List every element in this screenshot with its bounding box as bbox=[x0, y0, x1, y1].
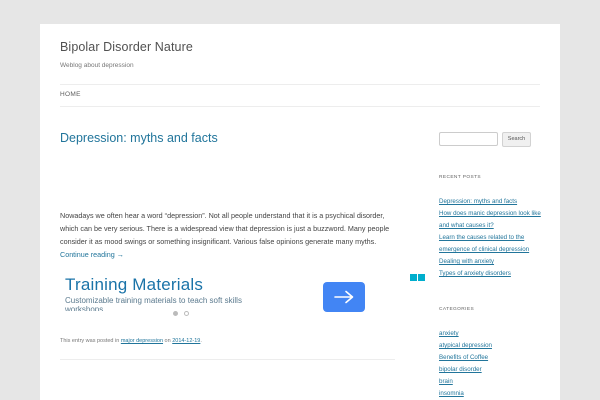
post-body: Nowadays we often hear a word “depressio… bbox=[60, 211, 390, 246]
nav-divider-bottom bbox=[60, 106, 540, 107]
category-item[interactable]: Benefits of Coffee bbox=[439, 352, 544, 364]
continue-reading-link[interactable]: Continue reading → bbox=[60, 250, 124, 259]
ad-dot[interactable] bbox=[184, 311, 189, 316]
post-content: Nowadays we often hear a word “depressio… bbox=[60, 209, 390, 261]
category-item[interactable]: insomnia bbox=[439, 388, 544, 400]
recent-post-item[interactable]: How does manic depression look like and … bbox=[439, 208, 544, 232]
ad-title[interactable]: Training Materials bbox=[65, 275, 203, 295]
post-meta: This entry was posted in major depressio… bbox=[60, 338, 202, 344]
search-input[interactable] bbox=[439, 132, 498, 146]
category-item[interactable]: atypical depression bbox=[439, 340, 544, 352]
site-description: Weblog about depression bbox=[60, 62, 134, 69]
categories-title: CATEGORIES bbox=[439, 307, 475, 312]
site-title[interactable]: Bipolar Disorder Nature bbox=[60, 40, 193, 54]
recent-post-item[interactable]: Learn the causes related to the emergenc… bbox=[439, 232, 544, 256]
post-divider bbox=[60, 359, 395, 360]
category-item[interactable]: bipolar disorder bbox=[439, 364, 544, 376]
recent-post-item[interactable]: Depression: myths and facts bbox=[439, 196, 544, 208]
ad-choices-icon[interactable] bbox=[410, 274, 425, 281]
ad-pagination bbox=[173, 311, 189, 316]
meta-prefix: This entry was posted in bbox=[60, 338, 121, 344]
nav-item-home[interactable]: HOME bbox=[60, 91, 81, 98]
ad-banner[interactable]: Training Materials Customizable training… bbox=[60, 273, 425, 323]
category-item[interactable]: brain bbox=[439, 376, 544, 388]
page: Bipolar Disorder Nature Weblog about dep… bbox=[40, 24, 560, 400]
date-link[interactable]: 2014-12-19 bbox=[172, 338, 200, 344]
categories-list: anxiety atypical depression Benefits of … bbox=[439, 328, 544, 400]
meta-suffix: . bbox=[200, 338, 202, 344]
post-title[interactable]: Depression: myths and facts bbox=[60, 131, 218, 145]
recent-post-item[interactable]: Dealing with anxiety bbox=[439, 256, 544, 268]
category-link[interactable]: major depression bbox=[121, 338, 163, 344]
nav-divider-top bbox=[60, 84, 540, 85]
category-item[interactable]: anxiety bbox=[439, 328, 544, 340]
post-excerpt: Nowadays we often hear a word “depressio… bbox=[60, 209, 390, 261]
ad-text[interactable]: Customizable training materials to teach… bbox=[65, 296, 265, 311]
arrow-right-icon bbox=[334, 290, 354, 304]
recent-posts-title: RECENT POSTS bbox=[439, 175, 482, 180]
search-button[interactable]: Search bbox=[502, 132, 531, 147]
ad-arrow-button[interactable] bbox=[323, 282, 365, 312]
meta-on: on bbox=[163, 338, 173, 344]
recent-post-item[interactable]: Types of anxiety disorders bbox=[439, 268, 544, 280]
ad-dot-active[interactable] bbox=[173, 311, 178, 316]
recent-posts-list: Depression: myths and facts How does man… bbox=[439, 196, 544, 280]
